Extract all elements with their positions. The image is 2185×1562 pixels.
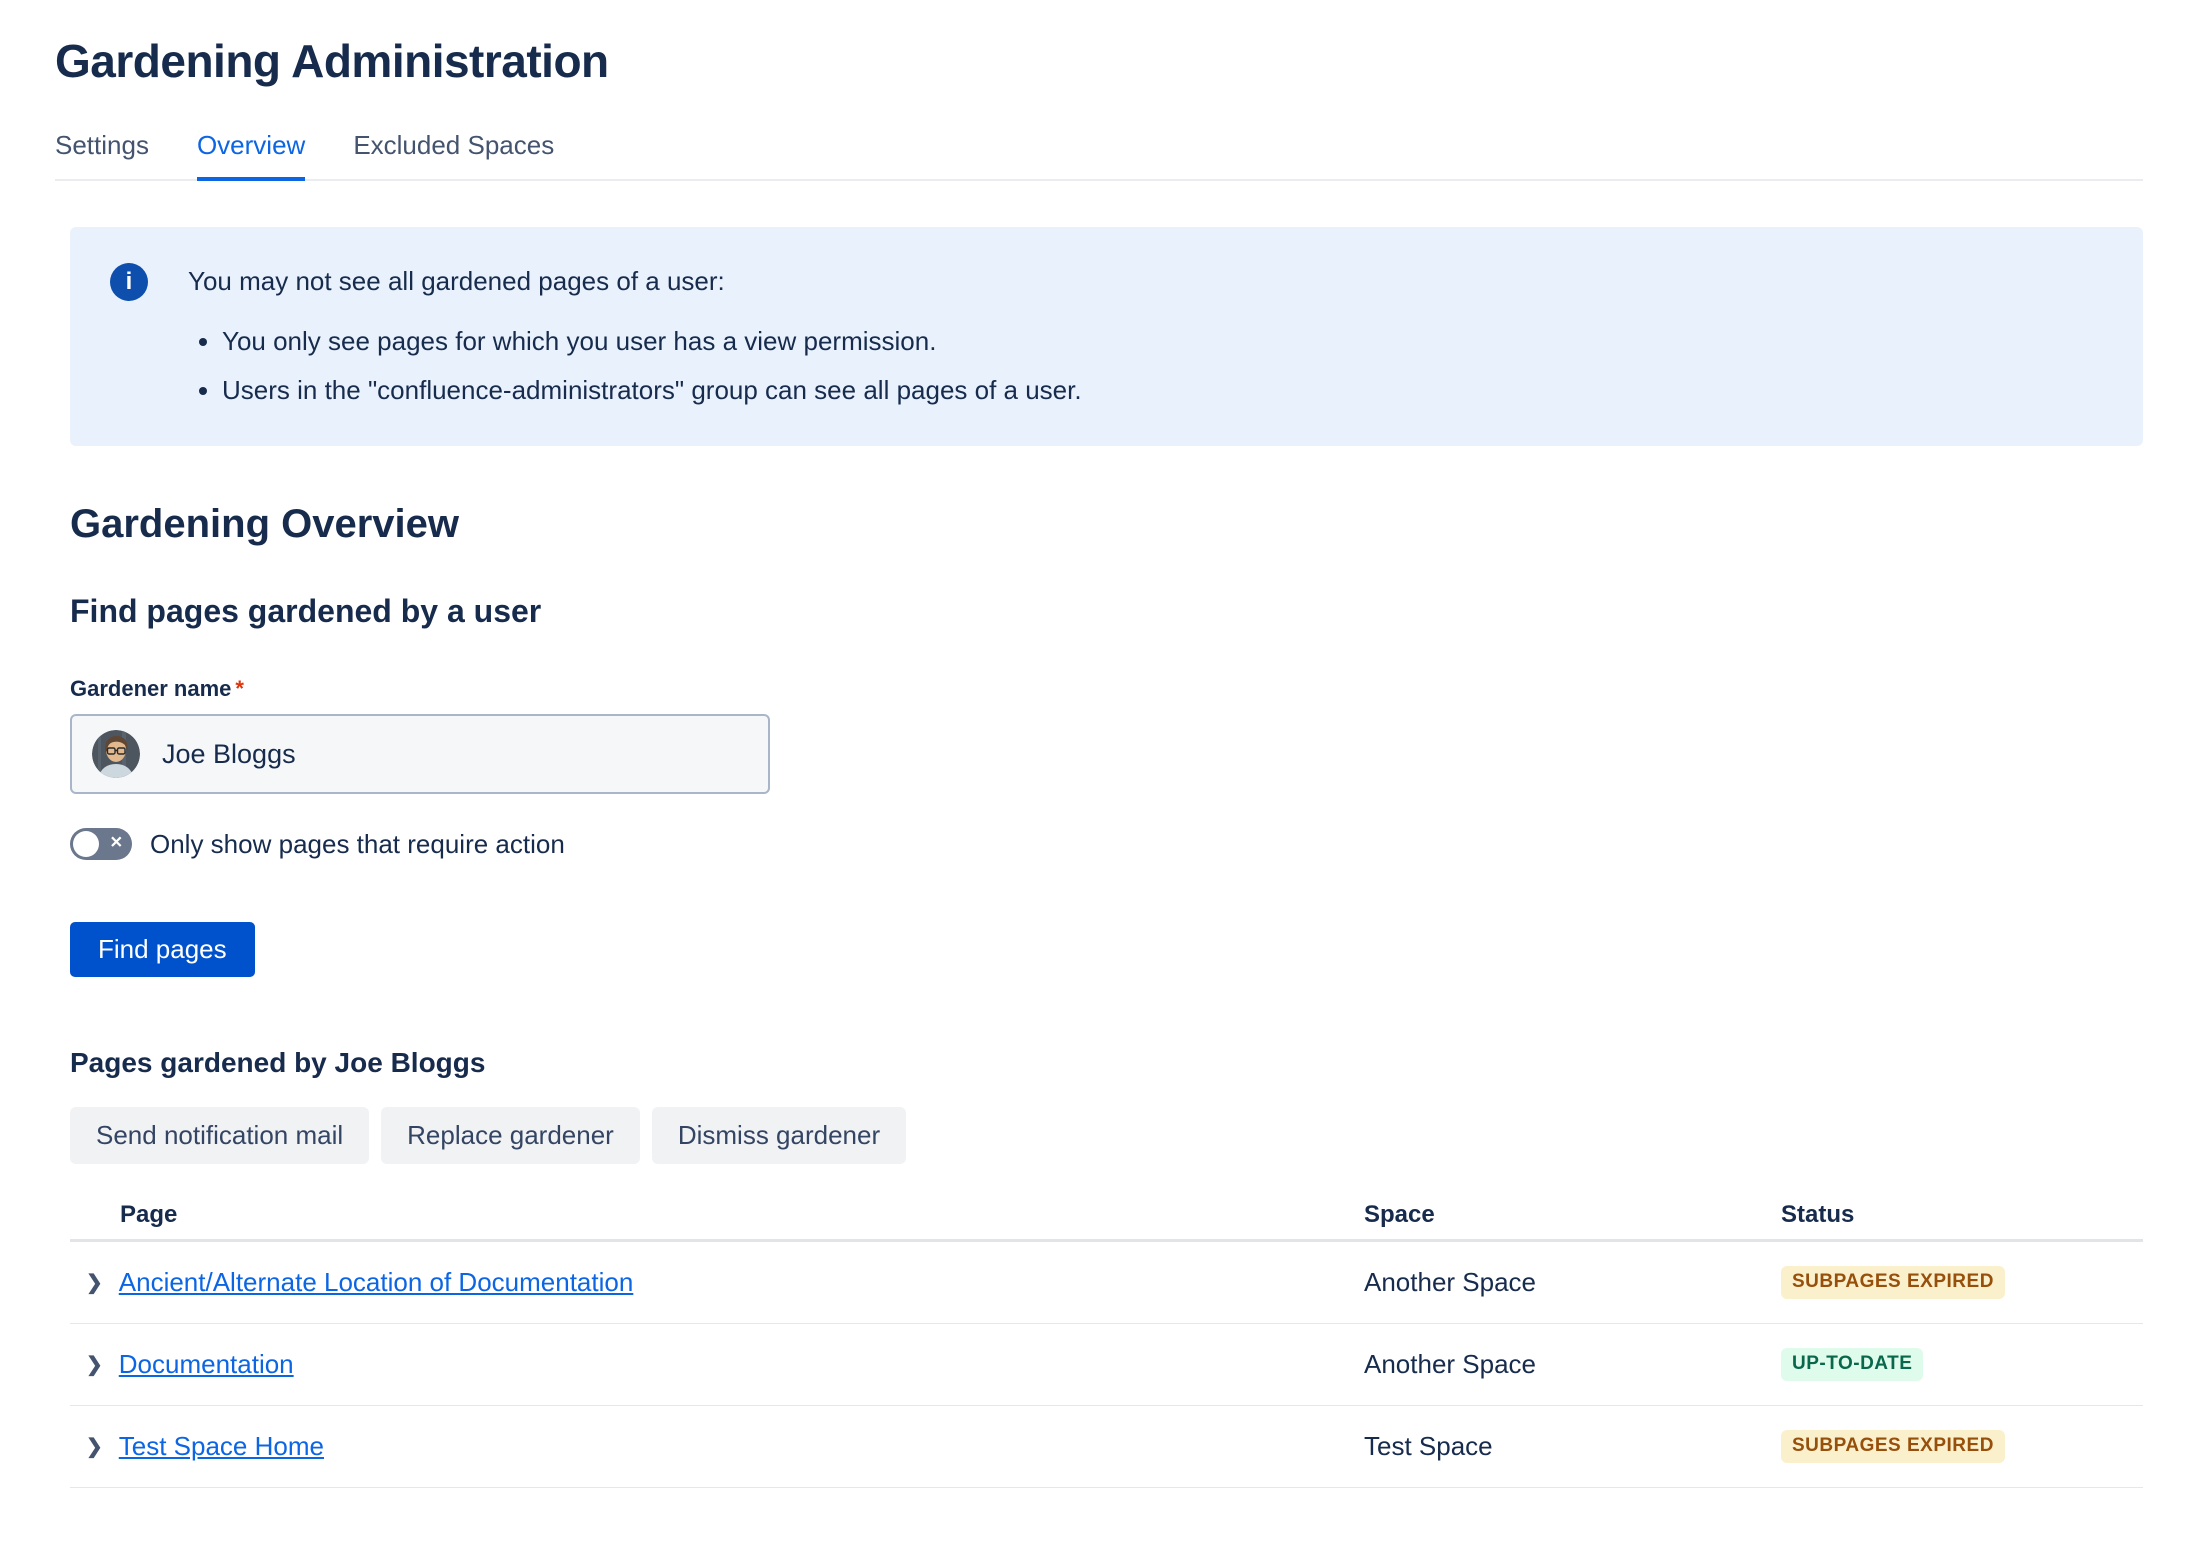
- dismiss-gardener-button[interactable]: Dismiss gardener: [652, 1107, 906, 1164]
- tab-bar: Settings Overview Excluded Spaces: [55, 130, 2143, 181]
- row-expander-icon[interactable]: ❯: [86, 1437, 103, 1457]
- require-action-toggle-row: ✕ Only show pages that require action: [70, 828, 2143, 860]
- page-link[interactable]: Ancient/Alternate Location of Documentat…: [119, 1267, 634, 1298]
- replace-gardener-button[interactable]: Replace gardener: [381, 1107, 640, 1164]
- page-title: Gardening Administration: [55, 34, 2143, 88]
- overview-heading: Gardening Overview: [70, 502, 2143, 547]
- space-cell: Another Space: [1364, 1349, 1781, 1380]
- require-action-toggle[interactable]: ✕: [70, 828, 132, 860]
- results-heading: Pages gardened by Joe Bloggs: [70, 1047, 2143, 1079]
- status-badge: SUBPAGES EXPIRED: [1781, 1266, 2005, 1299]
- table-row: ❯ Test Space Home Test Space SUBPAGES EX…: [70, 1406, 2143, 1488]
- toggle-cross-icon: ✕: [110, 836, 123, 852]
- table-header-row: Page Space Status: [70, 1190, 2143, 1242]
- gardener-picker-field[interactable]: Joe Bloggs: [70, 714, 770, 794]
- column-header-status: Status: [1781, 1201, 2143, 1229]
- table-row: ❯ Ancient/Alternate Location of Document…: [70, 1242, 2143, 1324]
- page-cell: ❯ Ancient/Alternate Location of Document…: [70, 1267, 1364, 1298]
- table-row: ❯ Documentation Another Space UP-TO-DATE: [70, 1324, 2143, 1406]
- info-icon: i: [110, 263, 148, 301]
- find-pages-subheading: Find pages gardened by a user: [70, 593, 2143, 630]
- status-badge: SUBPAGES EXPIRED: [1781, 1430, 2005, 1463]
- tab-settings[interactable]: Settings: [55, 130, 149, 181]
- column-header-space: Space: [1364, 1201, 1781, 1229]
- status-cell: UP-TO-DATE: [1781, 1348, 2143, 1381]
- gardening-admin-page: Gardening Administration Settings Overvi…: [0, 0, 2185, 1488]
- info-banner-bullet: You only see pages for which you user ha…: [222, 323, 1082, 361]
- page-link[interactable]: Documentation: [119, 1349, 294, 1380]
- status-cell: SUBPAGES EXPIRED: [1781, 1266, 2143, 1299]
- space-cell: Another Space: [1364, 1267, 1781, 1298]
- send-notification-mail-button[interactable]: Send notification mail: [70, 1107, 369, 1164]
- column-header-page: Page: [70, 1201, 1364, 1229]
- gardener-name-label: Gardener name*: [70, 676, 2143, 702]
- user-avatar: [92, 730, 140, 778]
- info-banner-intro: You may not see all gardened pages of a …: [188, 265, 1082, 299]
- tab-overview[interactable]: Overview: [197, 130, 305, 181]
- find-pages-button[interactable]: Find pages: [70, 922, 255, 977]
- page-cell: ❯ Test Space Home: [70, 1431, 1364, 1462]
- gardener-selected-value: Joe Bloggs: [162, 739, 296, 770]
- required-asterisk: *: [235, 676, 244, 701]
- tab-excluded-spaces[interactable]: Excluded Spaces: [353, 130, 554, 181]
- info-banner-text: You may not see all gardened pages of a …: [188, 265, 1082, 410]
- gardener-name-label-text: Gardener name: [70, 676, 231, 701]
- status-badge: UP-TO-DATE: [1781, 1348, 1923, 1381]
- row-expander-icon[interactable]: ❯: [86, 1273, 103, 1293]
- info-banner: i You may not see all gardened pages of …: [70, 227, 2143, 446]
- space-cell: Test Space: [1364, 1431, 1781, 1462]
- results-actions: Send notification mail Replace gardener …: [70, 1107, 2143, 1164]
- require-action-toggle-label: Only show pages that require action: [150, 829, 565, 860]
- status-cell: SUBPAGES EXPIRED: [1781, 1430, 2143, 1463]
- row-expander-icon[interactable]: ❯: [86, 1355, 103, 1375]
- page-link[interactable]: Test Space Home: [119, 1431, 324, 1462]
- info-banner-list: You only see pages for which you user ha…: [188, 323, 1082, 410]
- page-cell: ❯ Documentation: [70, 1349, 1364, 1380]
- toggle-knob: [73, 831, 99, 857]
- gardened-pages-table: Page Space Status ❯ Ancient/Alternate Lo…: [70, 1190, 2143, 1488]
- tab-content: i You may not see all gardened pages of …: [70, 227, 2143, 1488]
- info-banner-bullet: Users in the "confluence-administrators"…: [222, 372, 1082, 410]
